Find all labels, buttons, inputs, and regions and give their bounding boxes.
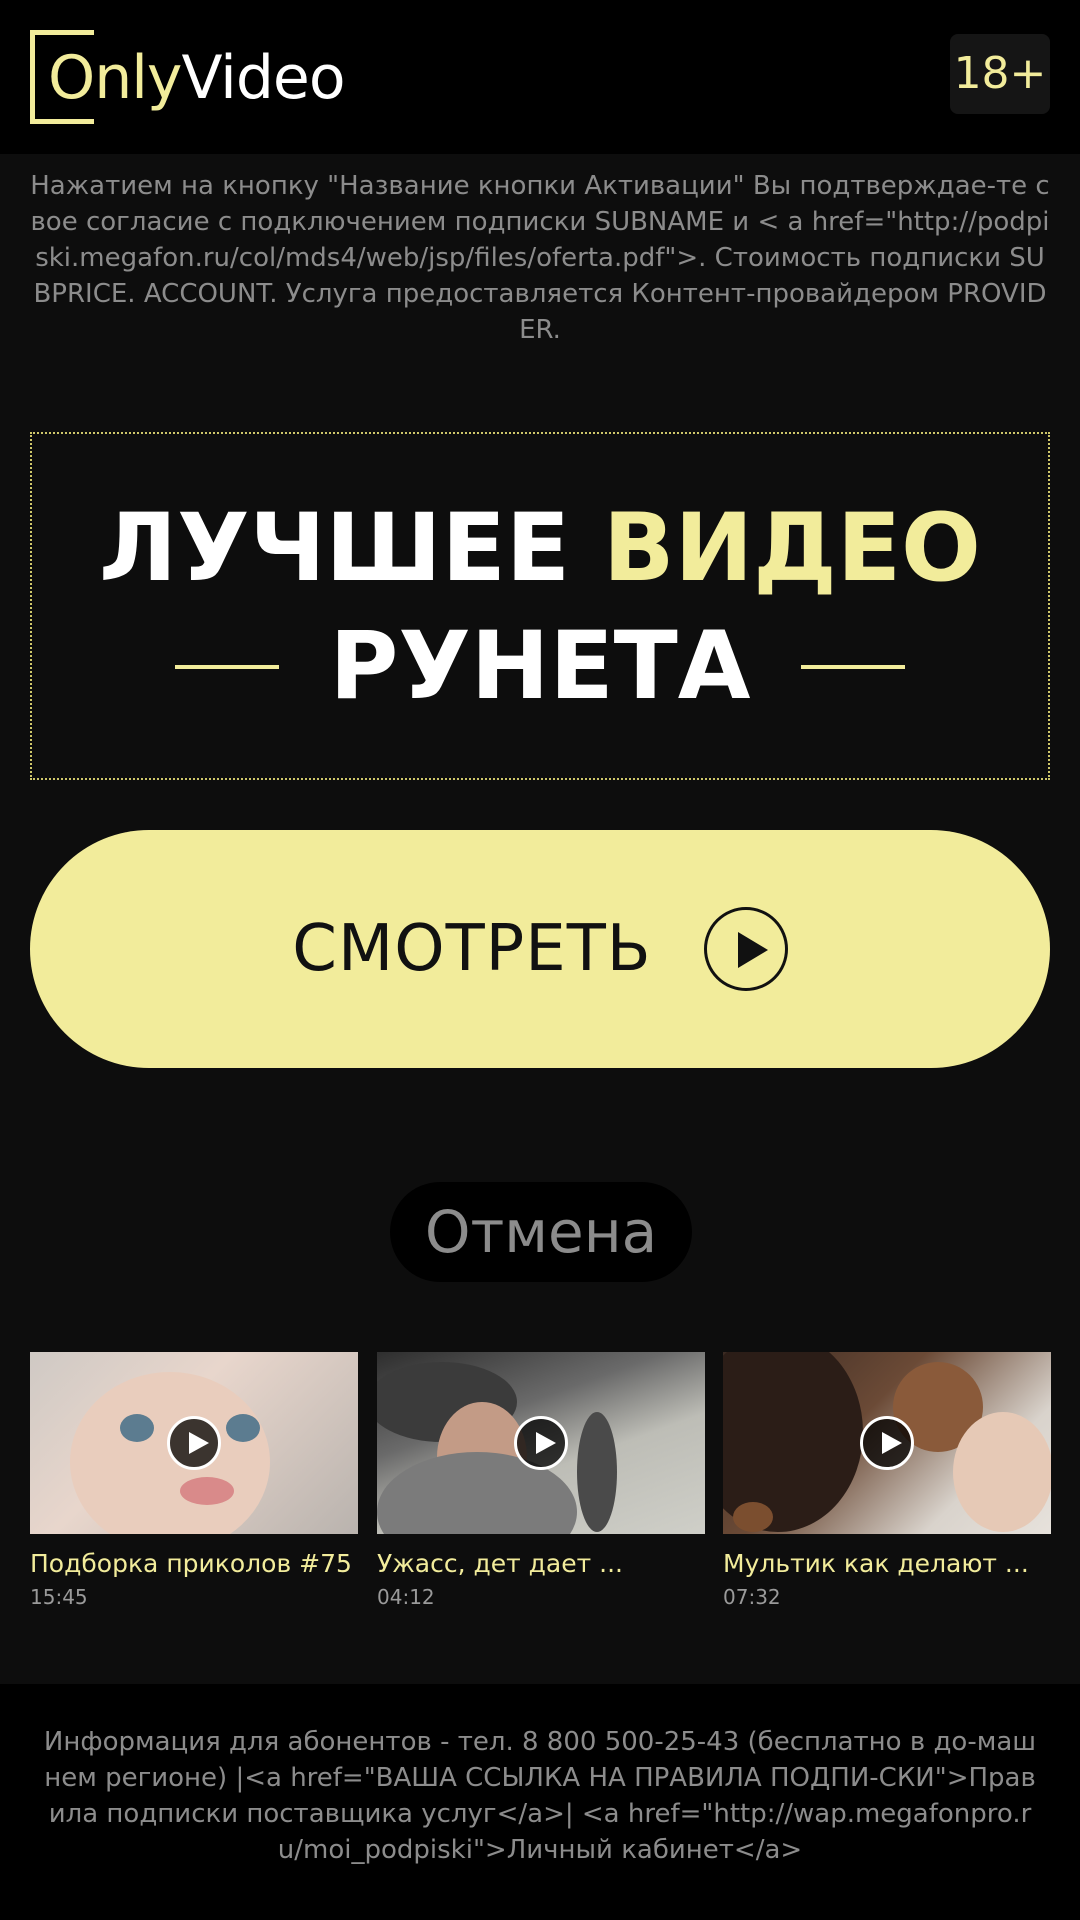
thumbnail-detail	[953, 1412, 1051, 1532]
thumbnail-detail	[226, 1414, 260, 1442]
video-play-icon[interactable]	[860, 1416, 914, 1470]
video-list: Подборка приколов #75 15:45 Ужасс, дет д…	[30, 1352, 1051, 1612]
video-thumbnail[interactable]	[723, 1352, 1051, 1534]
video-card[interactable]: Ужасс, дет дает ... 04:12	[377, 1352, 705, 1610]
promo-headline: ЛУЧШЕЕ ВИДЕО	[32, 494, 1048, 604]
promo-headline-white: ЛУЧШЕЕ	[99, 494, 571, 603]
watch-button[interactable]: СМОТРЕТЬ	[30, 830, 1050, 1068]
footer-info: Информация для абонентов - тел. 8 800 50…	[43, 1727, 1037, 1865]
logo-video: Video	[181, 43, 345, 113]
header: OnlyVideo 18+	[0, 0, 1080, 154]
logo-text: OnlyVideo	[48, 43, 346, 113]
thumbnail-detail	[120, 1414, 154, 1442]
video-duration: 07:32	[723, 1585, 781, 1609]
footer: Информация для абонентов - тел. 8 800 50…	[0, 1684, 1080, 1920]
promo-dash-left	[175, 665, 280, 669]
promo-headline-accent: ВИДЕО	[602, 494, 981, 603]
logo[interactable]: OnlyVideo	[30, 30, 346, 126]
video-title[interactable]: Мультик как делают ...	[723, 1548, 1051, 1580]
play-icon	[703, 907, 788, 991]
video-duration: 04:12	[377, 1585, 435, 1609]
video-thumbnail[interactable]	[30, 1352, 358, 1534]
thumbnail-detail	[733, 1502, 773, 1532]
video-play-icon[interactable]	[167, 1416, 221, 1470]
thumbnail-detail	[577, 1412, 617, 1532]
video-title[interactable]: Ужасс, дет дает ...	[377, 1548, 705, 1580]
cancel-button[interactable]: Отмена	[390, 1182, 692, 1282]
video-card[interactable]: Мультик как делают ... 07:32	[723, 1352, 1051, 1610]
video-thumbnail[interactable]	[377, 1352, 705, 1534]
video-title[interactable]: Подборка приколов #75	[30, 1548, 358, 1580]
video-card[interactable]: Подборка приколов #75 15:45	[30, 1352, 358, 1610]
thumbnail-detail	[180, 1477, 234, 1505]
promo-banner: ЛУЧШЕЕ ВИДЕО РУНЕТА	[30, 432, 1050, 780]
watch-button-label: СМОТРЕТЬ	[292, 912, 652, 986]
video-play-icon[interactable]	[514, 1416, 568, 1470]
promo-subline-text: РУНЕТА	[329, 612, 751, 721]
logo-only: Only	[48, 43, 182, 113]
subscription-disclaimer: Нажатием на кнопку "Название кнопки Акти…	[30, 171, 1050, 345]
age-badge: 18+	[950, 34, 1050, 114]
video-duration: 15:45	[30, 1585, 88, 1609]
promo-dash-right	[800, 665, 905, 669]
promo-subline: РУНЕТА	[32, 612, 1048, 722]
